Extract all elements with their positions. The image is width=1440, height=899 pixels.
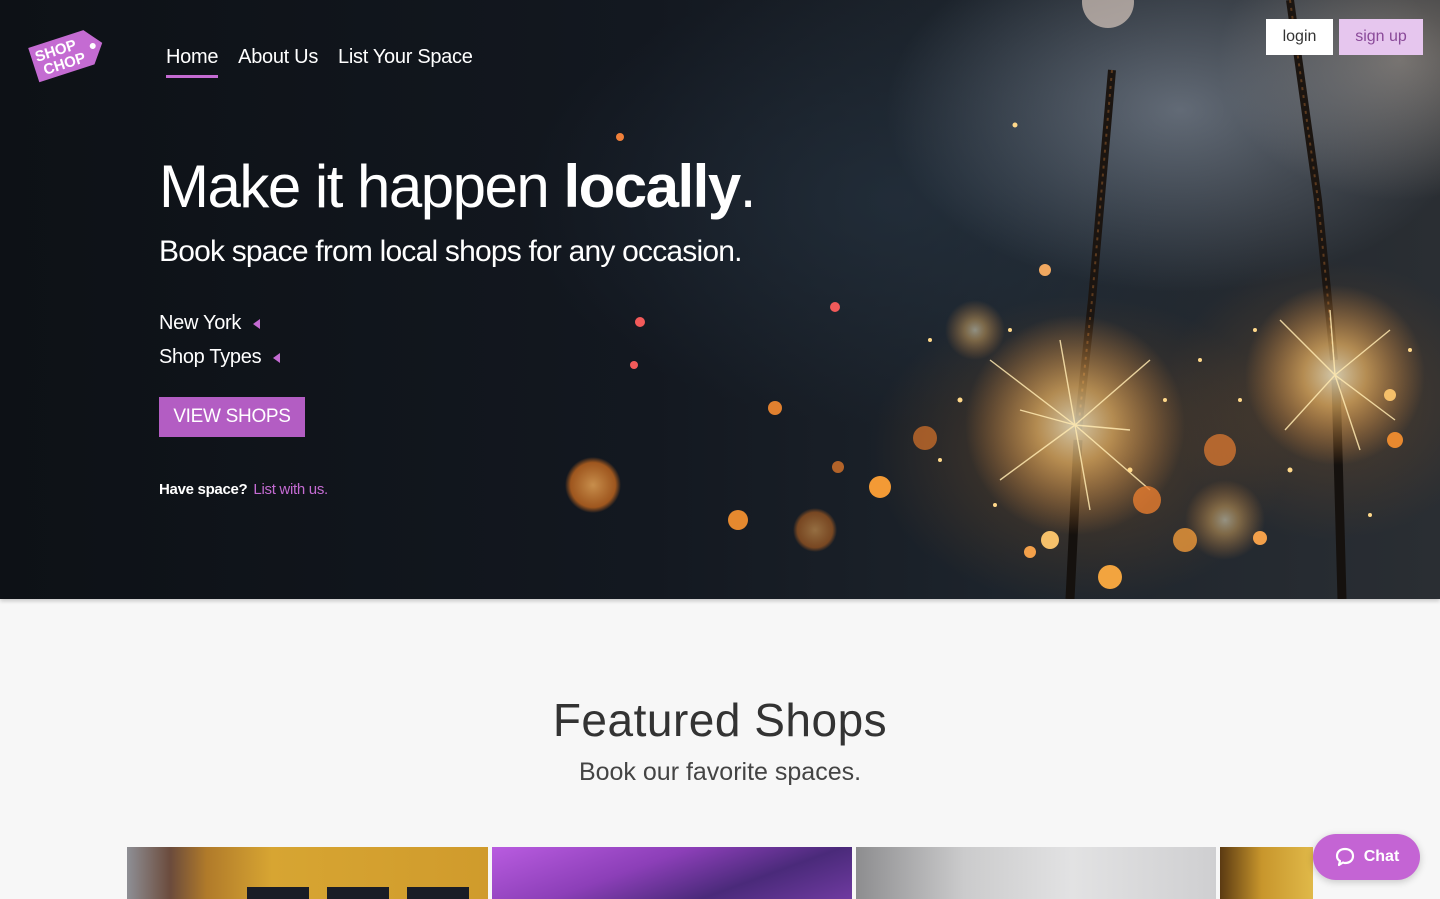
caret-left-icon <box>273 352 281 363</box>
hero-subheadline: Book space from local shops for any occa… <box>159 235 742 268</box>
sparkler-background <box>565 0 1425 599</box>
location-dropdown-label: New York <box>159 312 242 334</box>
shop-photo-detail <box>327 887 389 899</box>
login-button[interactable]: login <box>1266 19 1333 55</box>
shop-type-dropdown-label: Shop Types <box>159 346 262 368</box>
signup-button[interactable]: sign up <box>1339 19 1423 55</box>
shop-photo-detail <box>247 887 309 899</box>
featured-shops-subtitle: Book our favorite spaces. <box>578 758 862 786</box>
shop-card-2[interactable] <box>492 847 852 899</box>
featured-shops-carousel <box>127 847 1313 899</box>
list-with-us-link[interactable]: List with us. <box>253 481 328 498</box>
auth-buttons: login sign up <box>1266 19 1423 55</box>
chat-label: Chat <box>1363 848 1400 865</box>
featured-shops-title: Featured Shops <box>552 694 888 746</box>
shopchop-logo[interactable]: SHOP CHOP <box>26 24 110 84</box>
headline-regular: Make it happen <box>159 153 564 220</box>
chat-widget-button[interactable]: Chat <box>1313 834 1420 880</box>
shop-photo-detail <box>407 887 469 899</box>
caret-left-icon <box>253 318 261 329</box>
chat-bubble-icon <box>1335 847 1354 867</box>
nav-home[interactable]: Home <box>166 46 218 78</box>
have-space-text: Have space? <box>159 481 248 498</box>
hero-headline: Make it happen locally. <box>159 152 757 221</box>
view-shops-button[interactable]: VIEW SHOPS <box>159 397 305 437</box>
shop-card-3[interactable] <box>856 847 1216 899</box>
location-dropdown[interactable]: New York <box>159 312 261 335</box>
headline-bold: locally <box>563 153 741 220</box>
main-nav: Home About Us List Your Space <box>166 46 473 78</box>
shop-card-1[interactable] <box>127 847 488 899</box>
nav-about-us[interactable]: About Us <box>238 46 318 78</box>
have-space-prompt: Have space? List with us. <box>159 481 328 498</box>
hero-banner: SHOP CHOP Home About Us List Your Space … <box>0 0 1440 599</box>
headline-end: . <box>739 153 757 220</box>
shop-type-dropdown[interactable]: Shop Types <box>159 346 281 369</box>
shop-card-4[interactable] <box>1220 847 1313 899</box>
nav-list-your-space[interactable]: List Your Space <box>338 46 473 78</box>
